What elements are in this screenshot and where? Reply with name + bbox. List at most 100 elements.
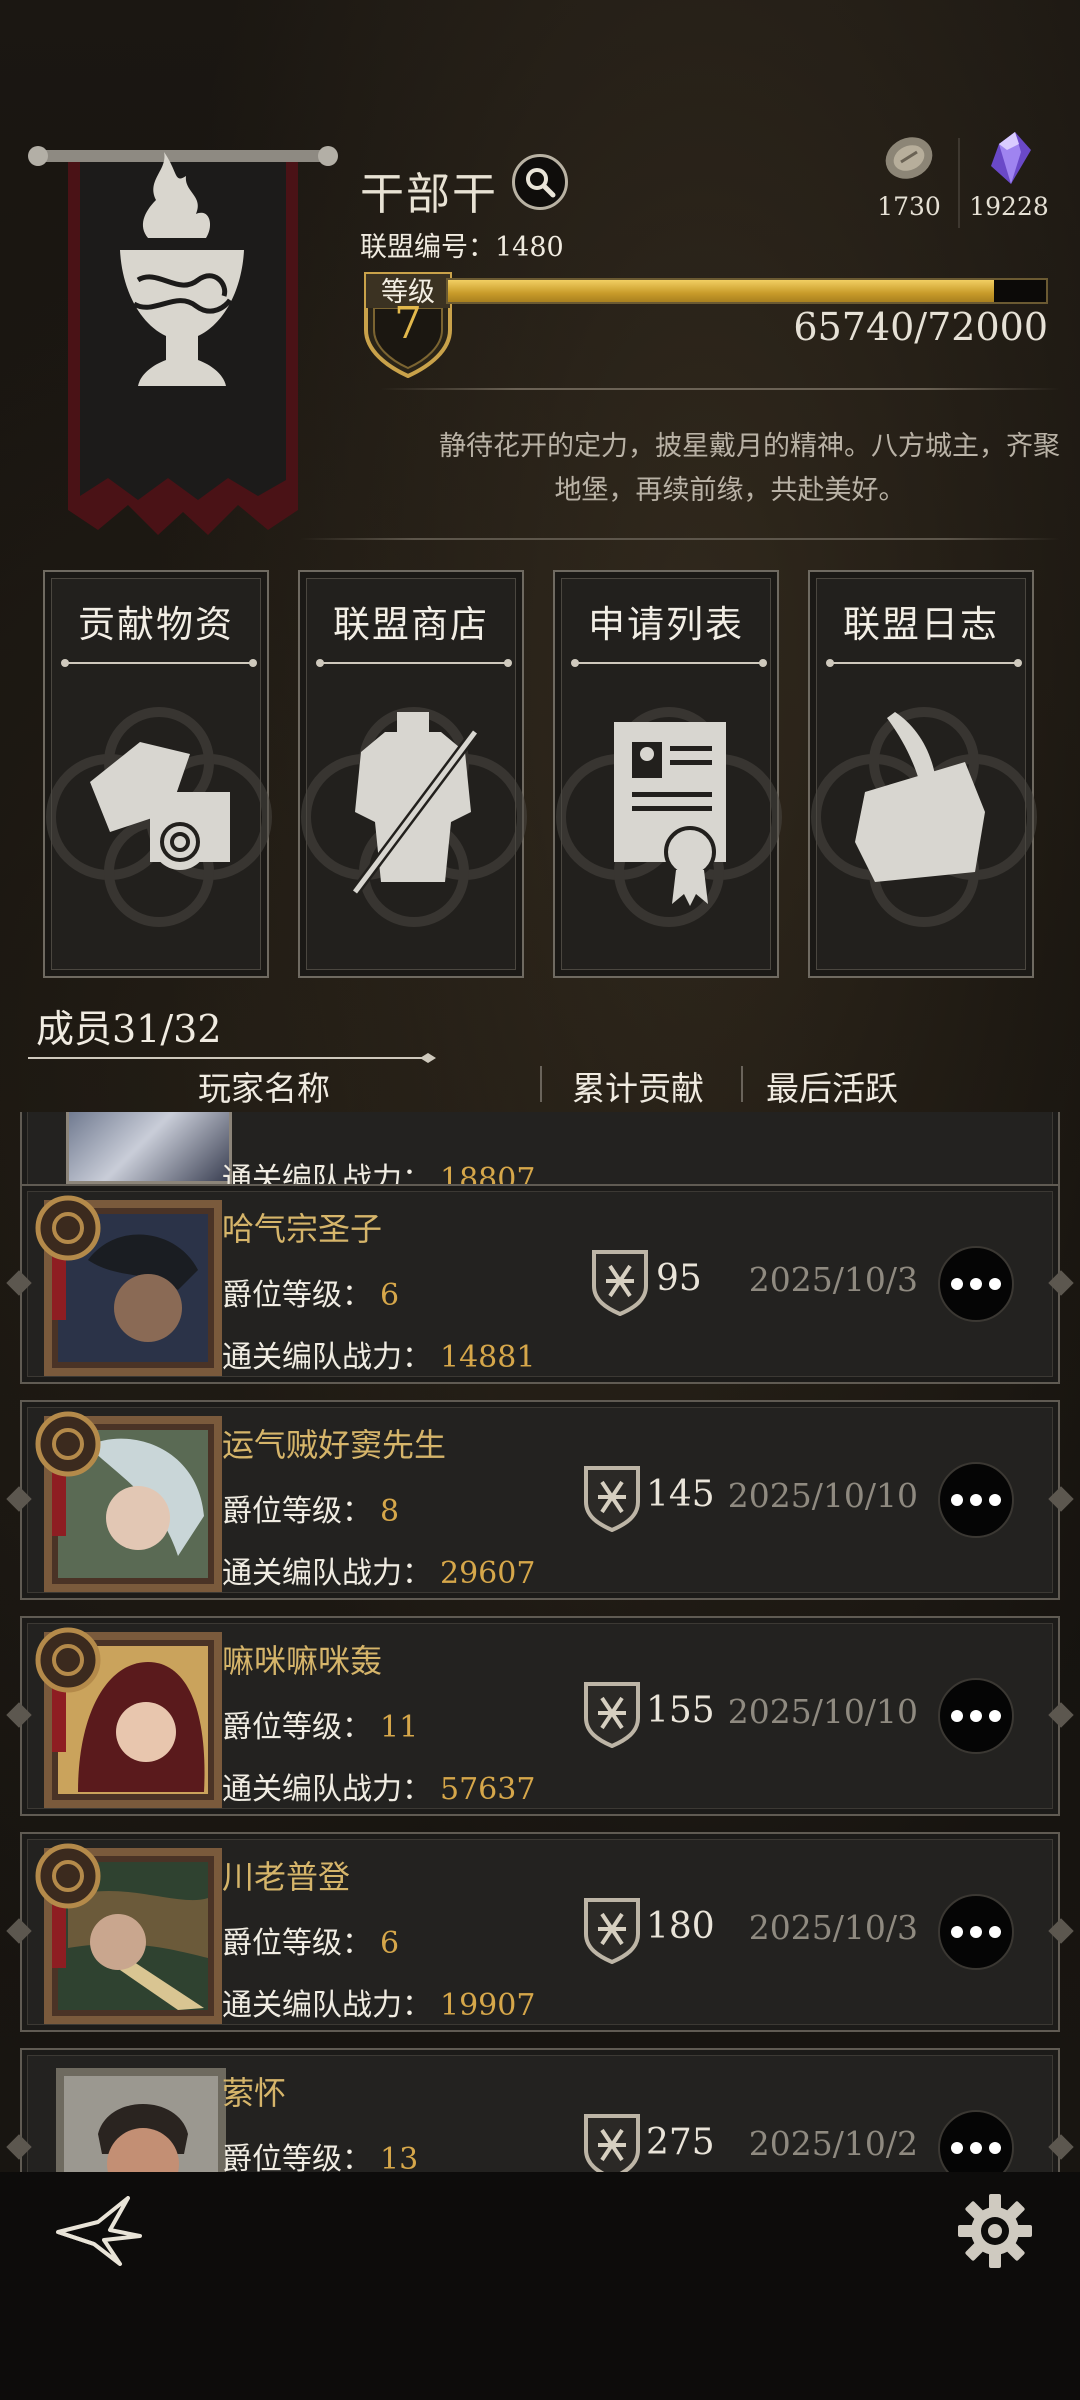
alliance-name: 干部干 <box>360 169 498 220</box>
action-alliance-shop[interactable]: 联盟商店 <box>298 570 527 978</box>
member-rank: 爵位等级： 13 <box>222 2134 418 2172</box>
member-row[interactable]: 运气贼好窦先生 爵位等级： 8 通关编队战力： 29607 145 2025/10/… <box>6 1400 1074 1600</box>
ornament-divider <box>571 659 767 667</box>
rank-label: 爵位等级： <box>222 1278 372 1313</box>
more-options-button[interactable] <box>938 2110 1014 2172</box>
level-value: 7 <box>394 298 422 349</box>
action-label: 申请列表 <box>588 603 744 646</box>
member-name: 运气贼好窦先生 <box>222 1426 447 1464</box>
action-label: 联盟日志 <box>843 603 999 646</box>
back-arrow-icon[interactable] <box>54 2196 144 2266</box>
column-header-last-active[interactable]: 最后活跃 <box>766 1062 898 1110</box>
alliance-id: 联盟编号：1480 <box>360 225 564 264</box>
more-icon <box>970 2142 982 2154</box>
action-alliance-log[interactable]: 联盟日志 <box>808 570 1037 978</box>
more-icon <box>989 1494 1001 1506</box>
more-icon <box>989 2142 1001 2154</box>
rank-label: 爵位等级： <box>222 2142 372 2172</box>
xp-progress-bar <box>446 278 1048 304</box>
member-contribution: 145 <box>646 1474 715 1515</box>
more-icon <box>951 1494 963 1506</box>
member-rank: 爵位等级： 8 <box>222 1486 399 1530</box>
rank-value: 6 <box>380 1278 400 1313</box>
member-avatar <box>35 1411 222 1592</box>
member-contribution: 180 <box>646 1906 715 1947</box>
contribution-icon <box>584 1682 640 1748</box>
search-icon <box>526 168 556 198</box>
member-row[interactable]: 萦怀 爵位等级： 13 275 2025/10/2 <box>6 2048 1074 2172</box>
member-row[interactable]: 嘛咪嘛咪轰 爵位等级： 11 通关编队战力： 57637 155 2025/10/1… <box>6 1616 1074 1816</box>
crystal-value: 19228 <box>969 192 1049 221</box>
row-pin <box>1048 1486 1074 1512</box>
more-icon <box>970 1926 982 1938</box>
search-button[interactable] <box>512 154 568 210</box>
member-last-active: 2025/10/3 <box>748 1260 918 1299</box>
member-rank: 爵位等级： 11 <box>222 1702 418 1746</box>
power-label: 通关编队战力： <box>222 1988 432 2023</box>
more-options-button[interactable] <box>938 1462 1014 1538</box>
rank-value: 8 <box>380 1494 400 1529</box>
member-list[interactable]: 通关编队战力： 18807 哈气宗圣子 爵位等级： 6 通关编队战力： 14881 9… <box>0 1112 1080 2172</box>
member-name: 萦怀 <box>222 2074 287 2112</box>
coin-icon <box>885 137 933 179</box>
member-rank: 爵位等级： 6 <box>222 1918 399 1962</box>
gear-icon[interactable] <box>956 2192 1034 2270</box>
column-header-player-name[interactable]: 玩家名称 <box>198 1062 330 1110</box>
action-contribute-supplies[interactable]: 贡献物资 <box>43 570 272 978</box>
power-value: 14881 <box>440 1340 536 1375</box>
more-icon <box>951 2142 963 2154</box>
member-avatar <box>56 2068 226 2172</box>
member-last-active: 2025/10/3 <box>748 1908 918 1947</box>
contribution-icon <box>592 1250 648 1316</box>
contribution-icon <box>584 2114 640 2172</box>
action-application-list[interactable]: 申请列表 <box>553 570 782 978</box>
column-divider <box>540 1066 542 1102</box>
column-header-contribution[interactable]: 累计贡献 <box>572 1062 704 1110</box>
member-row[interactable]: 川老普登 爵位等级： 6 通关编队战力： 19907 180 2025/10/3 <box>6 1832 1074 2032</box>
member-row[interactable]: 哈气宗圣子 爵位等级： 6 通关编队战力： 14881 95 2025/10/3 <box>6 1184 1074 1384</box>
more-icon <box>970 1278 982 1290</box>
member-name: 嘛咪嘛咪轰 <box>222 1642 383 1680</box>
more-options-button[interactable] <box>938 1894 1014 1970</box>
power-value: 19907 <box>440 1988 536 2023</box>
armor-sword-icon <box>351 712 479 895</box>
motto-line: 静待花开的定力，披星戴月的精神。八方城主，齐聚 <box>439 431 1060 462</box>
motto-line: 地堡，再续前缘，共赴美好。 <box>554 475 906 506</box>
member-avatar <box>35 1843 222 2024</box>
contribution-icon <box>584 1466 640 1532</box>
alliance-id-value: 1480 <box>495 232 564 263</box>
power-value: 57637 <box>440 1772 536 1807</box>
member-power: 通关编队战力： 29607 <box>222 1548 535 1592</box>
member-contribution: 275 <box>646 2122 715 2163</box>
more-icon <box>970 1494 982 1506</box>
members-count: 成员31/32 <box>36 1007 222 1051</box>
member-power: 通关编队战力： 14881 <box>222 1332 535 1376</box>
member-power: 通关编队战力： 19907 <box>222 1980 535 2024</box>
alliance-banner-icon <box>28 146 338 535</box>
row-pin <box>1048 1270 1074 1296</box>
more-icon <box>951 1710 963 1722</box>
more-icon <box>970 1710 982 1722</box>
member-last-active: 2025/10/10 <box>727 1692 918 1731</box>
contribution-icon <box>584 1898 640 1964</box>
crystal-resource[interactable]: 19228 <box>954 130 1064 221</box>
xp-text: 65740/72000 <box>793 305 1048 349</box>
member-portrait <box>66 1112 232 1184</box>
more-options-button[interactable] <box>938 1678 1014 1754</box>
rank-label: 爵位等级： <box>222 1710 372 1745</box>
member-last-active: 2025/10/2 <box>748 2124 918 2163</box>
coin-value: 1730 <box>877 192 941 221</box>
scroll-map-icon <box>90 742 230 870</box>
rank-value: 13 <box>380 2142 419 2172</box>
coin-resource[interactable]: 1730 <box>854 130 964 221</box>
member-name: 川老普登 <box>222 1858 351 1896</box>
column-divider <box>741 1066 743 1102</box>
power-label: 通关编队战力： <box>222 1340 432 1375</box>
member-last-active: 2025/10/10 <box>727 1476 918 1515</box>
member-contribution: 95 <box>656 1258 702 1299</box>
member-avatar <box>35 1195 222 1376</box>
power-value: 29607 <box>440 1556 536 1591</box>
member-avatar <box>35 1627 222 1808</box>
divider <box>380 388 1060 390</box>
more-options-button[interactable] <box>938 1246 1014 1322</box>
